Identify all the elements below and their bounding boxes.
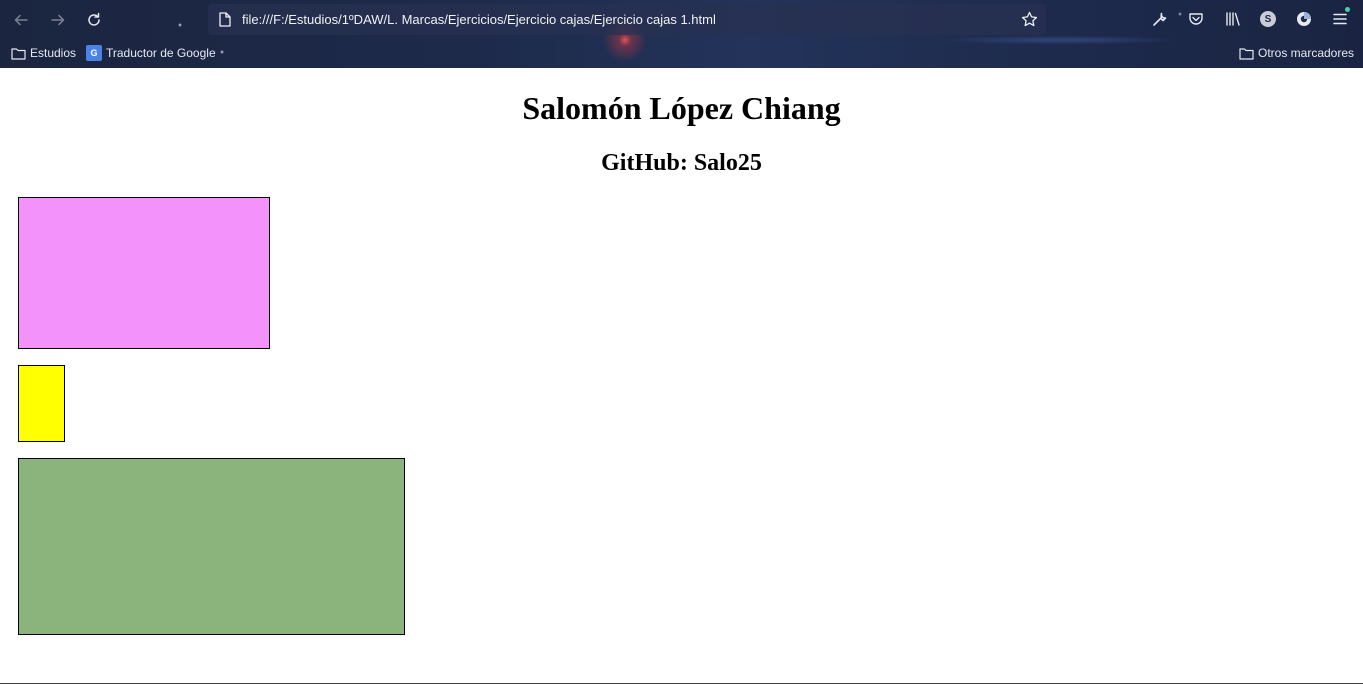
bookmark-label: Estudios [30,46,77,60]
other-bookmarks-label: Otros marcadores [1258,46,1355,60]
back-button[interactable] [9,8,33,32]
account-button[interactable]: S [1259,10,1277,28]
page-subtitle: GitHub: Salo25 [601,150,762,176]
page-title: Salomón López Chiang [522,90,841,126]
bookmark-traductor-de-google[interactable]: G Traductor de Google [86,44,216,62]
update-badge [1345,7,1350,12]
wrench-icon [1153,12,1167,26]
green-box [18,458,405,635]
browser-toolbar: file:///F:/Estudios/1ºDAW/L. Marcas/Ejer… [0,0,1363,68]
library-icon [1226,12,1240,26]
reload-button[interactable] [82,8,106,32]
other-bookmarks[interactable]: Otros marcadores [1239,44,1354,62]
pocket-icon [1189,13,1203,25]
folder-icon [11,47,26,60]
reload-icon [88,12,100,26]
pocket-button[interactable] [1187,10,1205,28]
url-text[interactable]: file:///F:/Estudios/1ºDAW/L. Marcas/Ejer… [242,12,716,27]
pink-box [18,197,270,349]
arrow-right-icon [51,14,65,26]
folder-icon [1239,47,1254,60]
bookmark-label: Traductor de Google [106,46,216,60]
forward-button[interactable] [46,8,70,32]
page-content: Salomón López Chiang GitHub: Salo25 [0,68,1363,684]
extension-button[interactable] [1295,10,1313,28]
google-translate-icon: G [86,45,102,61]
arrow-left-icon [14,14,28,26]
app-menu-button[interactable] [1331,7,1350,28]
hamburger-menu-icon [1333,13,1347,25]
extension-icon [1297,12,1311,26]
bookmark-star-icon[interactable] [1021,11,1038,28]
page-icon [219,12,231,27]
library-button[interactable] [1224,10,1242,28]
yellow-box [18,365,65,442]
developer-tools-button[interactable] [1151,10,1169,28]
bookmark-estudios[interactable]: Estudios [11,44,76,62]
address-bar[interactable]: file:///F:/Estudios/1ºDAW/L. Marcas/Ejer… [208,4,1046,35]
avatar: S [1260,11,1276,27]
